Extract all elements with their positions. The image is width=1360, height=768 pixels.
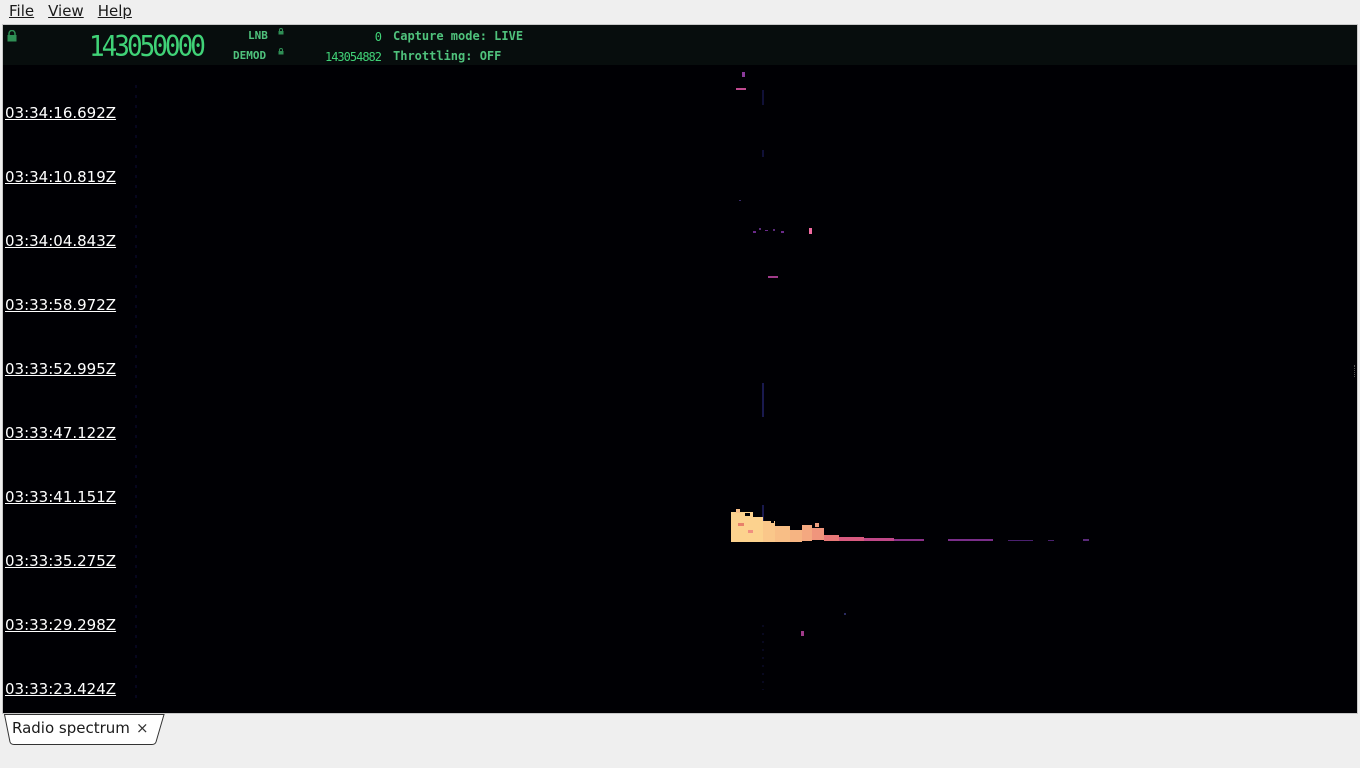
capture-mode-status: Capture mode: LIVE — [393, 29, 524, 43]
close-icon[interactable]: × — [136, 719, 149, 737]
timestamp-8: 03:33:29.298Z — [5, 616, 117, 634]
demod-value[interactable]: 143054882 — [293, 50, 382, 64]
radio-spectrum-panel: 143050000 LNB 0 DEMOD 143054882 Capture … — [2, 24, 1358, 714]
waterfall-display[interactable]: 03:34:16.692Z 03:34:10.819Z 03:34:04.843… — [3, 65, 1357, 713]
timestamp-6: 03:33:41.151Z — [5, 488, 117, 506]
timestamp-9: 03:33:23.424Z — [5, 680, 117, 698]
tab-bar: Radio spectrum × — [0, 714, 1360, 768]
demod-label: DEMOD — [233, 49, 267, 62]
timestamp-5: 03:33:47.122Z — [5, 424, 117, 442]
lock-icon[interactable] — [6, 30, 18, 42]
timestamp-0: 03:34:16.692Z — [5, 104, 117, 122]
lnb-value[interactable]: 0 — [293, 30, 382, 44]
timestamp-2: 03:34:04.843Z — [5, 232, 117, 250]
timestamp-3: 03:33:58.972Z — [5, 296, 117, 314]
menu-help-label: Help — [97, 2, 132, 20]
menu-bar: File View Help — [0, 0, 1360, 22]
throttling-status: Throttling: OFF — [393, 49, 502, 63]
lnb-lock-icon[interactable] — [278, 28, 284, 35]
timestamp-1: 03:34:10.819Z — [5, 168, 117, 186]
menu-view[interactable]: View — [41, 0, 91, 22]
waterfall-signals — [135, 72, 1089, 705]
menu-view-label: View — [48, 2, 84, 20]
menu-help[interactable]: Help — [91, 0, 139, 22]
resize-handle[interactable] — [1354, 365, 1356, 377]
menu-file-label: File — [9, 2, 35, 20]
tab-label: Radio spectrum — [12, 719, 130, 737]
tuner-header: 143050000 LNB 0 DEMOD 143054882 Capture … — [3, 25, 1357, 65]
tuner-frequency-display[interactable]: 143050000 — [89, 31, 206, 63]
timestamp-4: 03:33:52.995Z — [5, 360, 117, 378]
lnb-label: LNB — [248, 29, 268, 42]
menu-file[interactable]: File — [2, 0, 41, 22]
timestamp-7: 03:33:35.275Z — [5, 552, 117, 570]
demod-lock-icon[interactable] — [278, 48, 284, 55]
